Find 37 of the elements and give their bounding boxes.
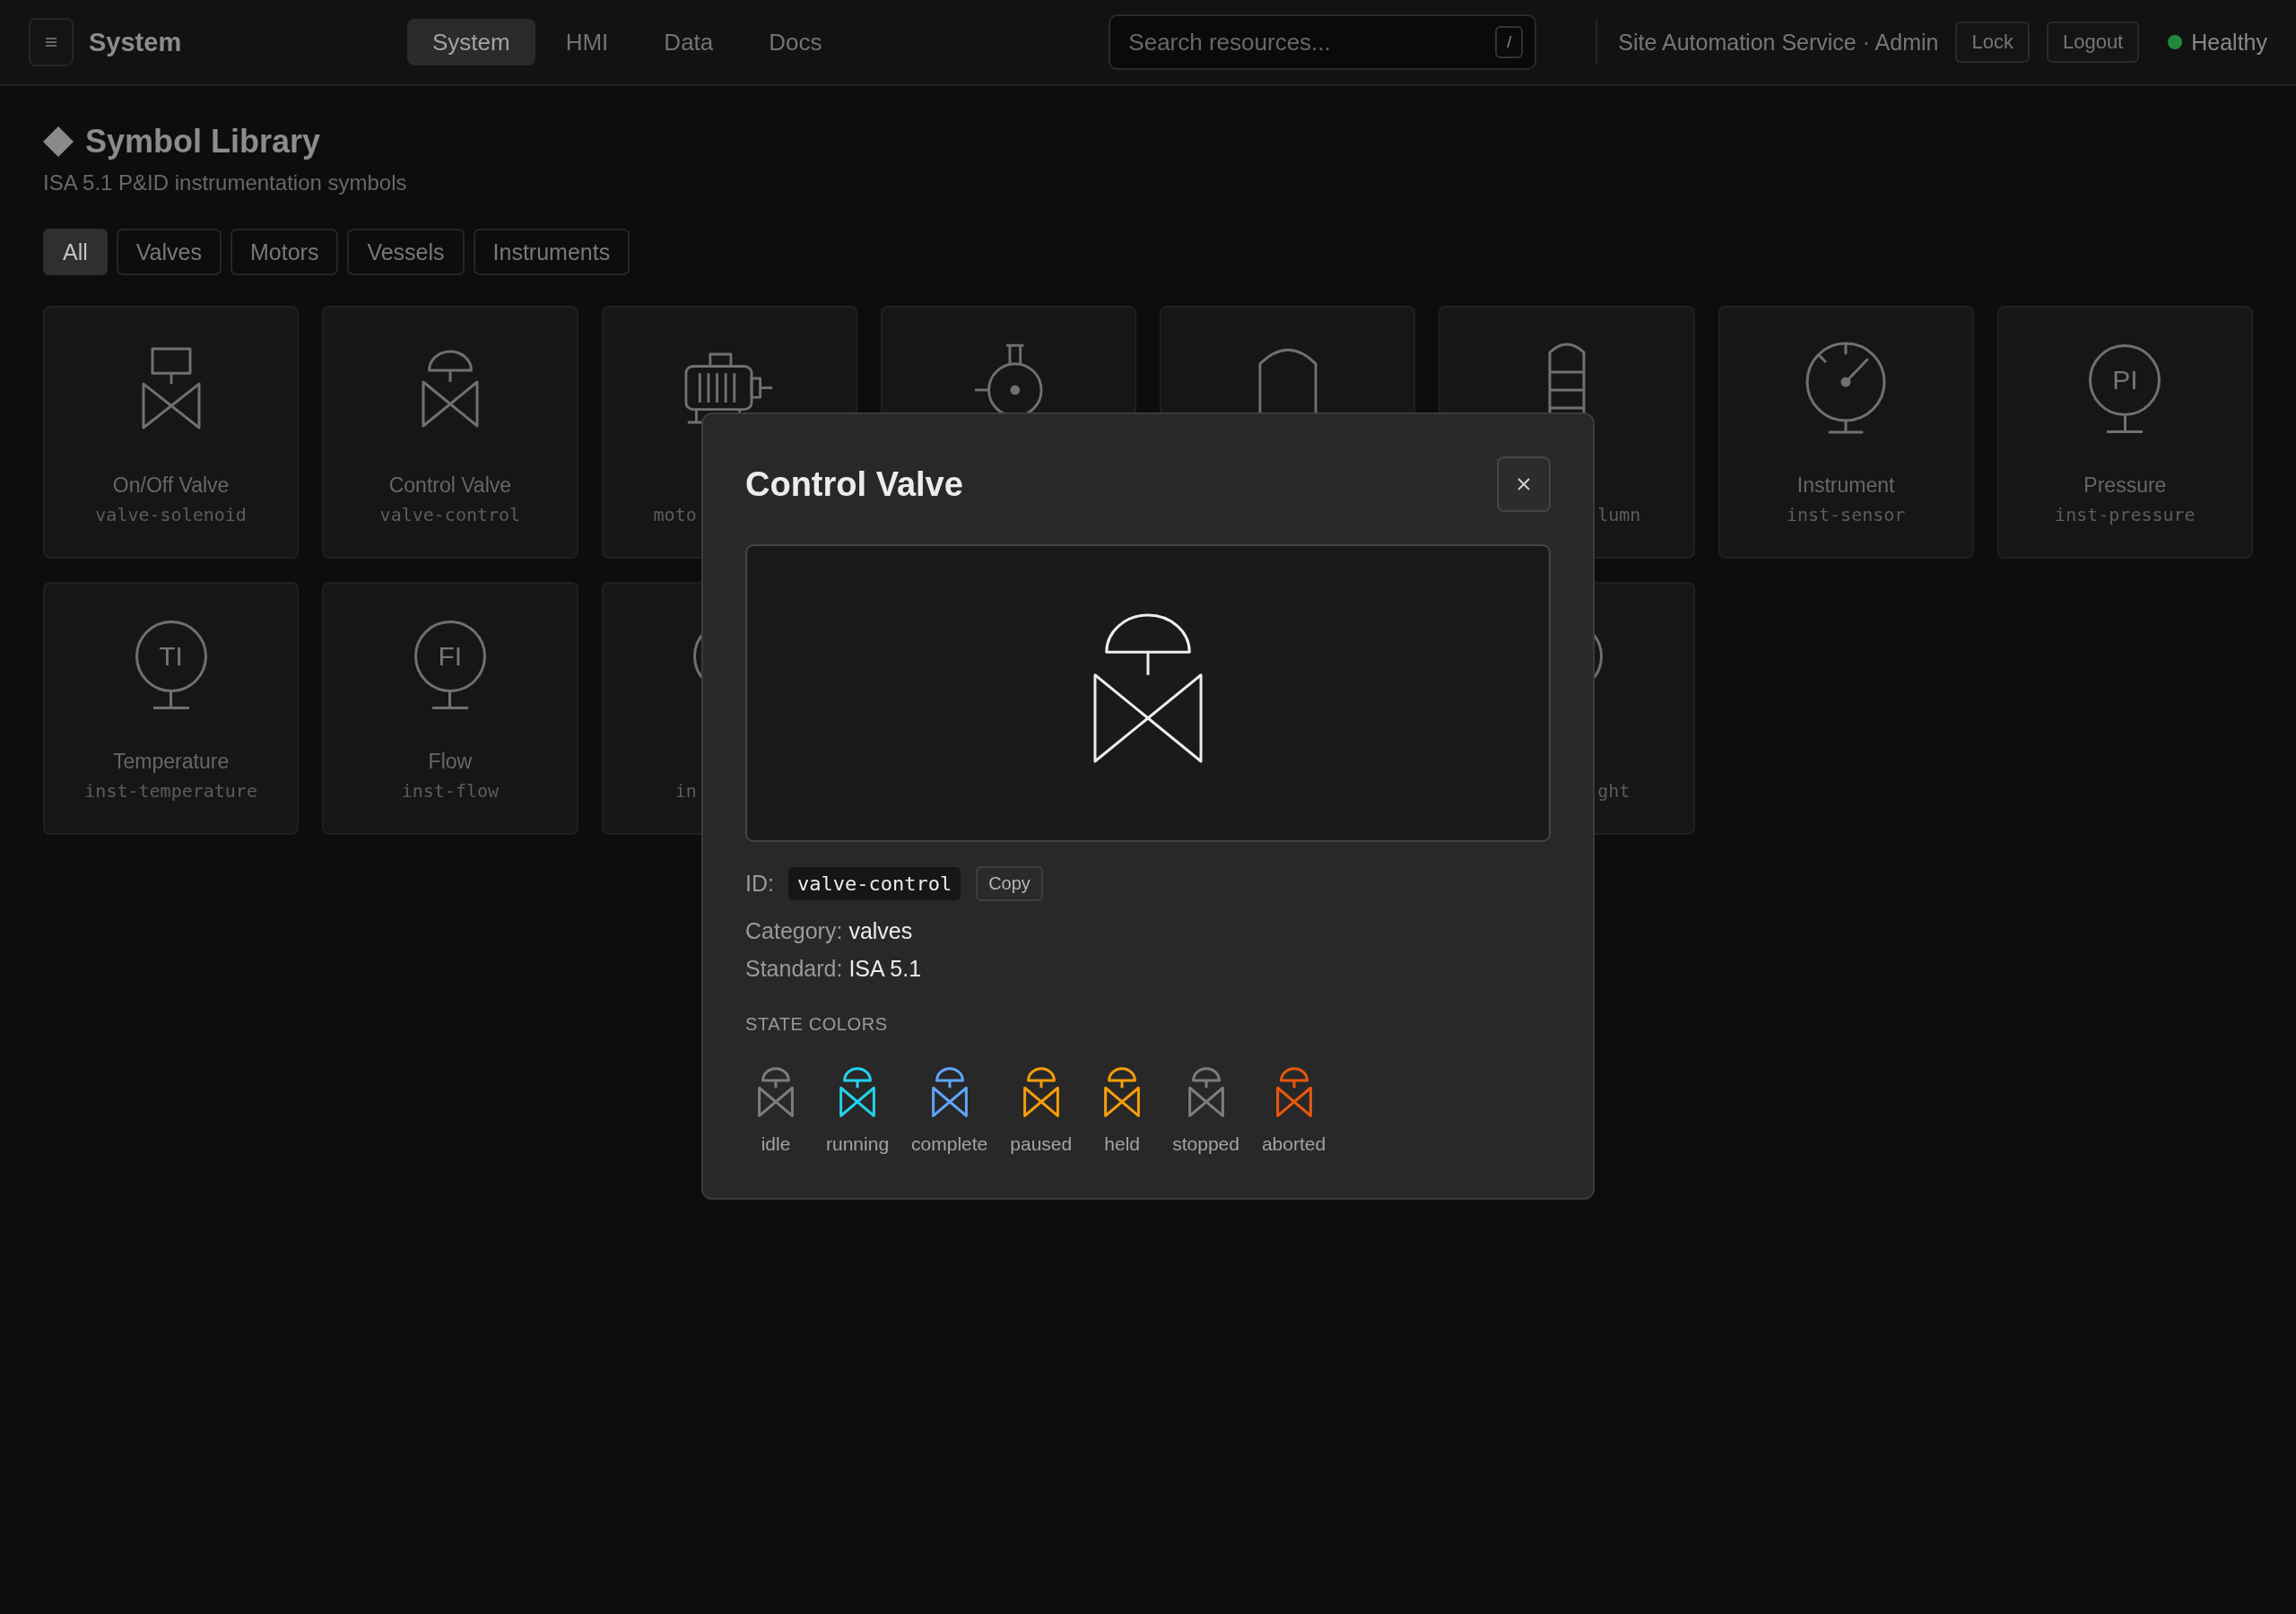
symbol-id: lumn — [1597, 503, 1641, 527]
symbol-id: inst-pressure — [2055, 503, 2196, 527]
symbol-id: moto — [653, 503, 697, 527]
state-label: idle — [761, 1132, 791, 1156]
symbol-name: On/Off Valve — [112, 473, 230, 499]
symbol-id: valve-control — [379, 503, 521, 527]
symbol-id: inst-temperature — [84, 779, 257, 803]
symbol-id: ght — [1597, 779, 1631, 803]
section-heading: STATE COLORS — [745, 1013, 889, 1036]
symbol-id: inst-flow — [401, 779, 500, 803]
symbol-name: Instrument — [1796, 473, 1895, 499]
state-label: running — [826, 1132, 890, 1156]
state-label: complete — [911, 1132, 988, 1156]
symbol-id-chip: valve-control — [787, 866, 961, 900]
state-label: aborted — [1261, 1132, 1326, 1156]
state-label: paused — [1010, 1132, 1073, 1156]
symbol-name: Flow — [428, 749, 473, 775]
symbol-id: in — [674, 779, 697, 803]
symbol-id: inst-sensor — [1786, 503, 1906, 527]
dialog-title: Control Valve — [745, 464, 963, 504]
user-label: Site Automation Service · Admin — [1618, 29, 1939, 56]
status-label: Healthy — [2191, 29, 2267, 56]
app-title: System — [89, 27, 182, 57]
page-title: Symbol Library — [85, 123, 321, 161]
symbol-name: Temperature — [113, 749, 230, 775]
symbol-name: Control Valve — [388, 473, 512, 499]
state-label: stopped — [1172, 1132, 1239, 1156]
symbol-id: valve-solenoid — [95, 503, 247, 527]
field-value: valves — [848, 917, 913, 945]
field-value: ISA 5.1 — [848, 955, 922, 983]
shortcut-key: / — [1495, 26, 1524, 58]
id-label: ID: — [745, 870, 774, 897]
field-label: Standard: — [745, 955, 843, 983]
field-label: Category: — [745, 917, 843, 945]
page-subtitle: ISA 5.1 P&ID instrumentation symbols — [43, 169, 408, 196]
symbol-name: Pressure — [2083, 473, 2167, 499]
state-label: held — [1104, 1132, 1141, 1156]
